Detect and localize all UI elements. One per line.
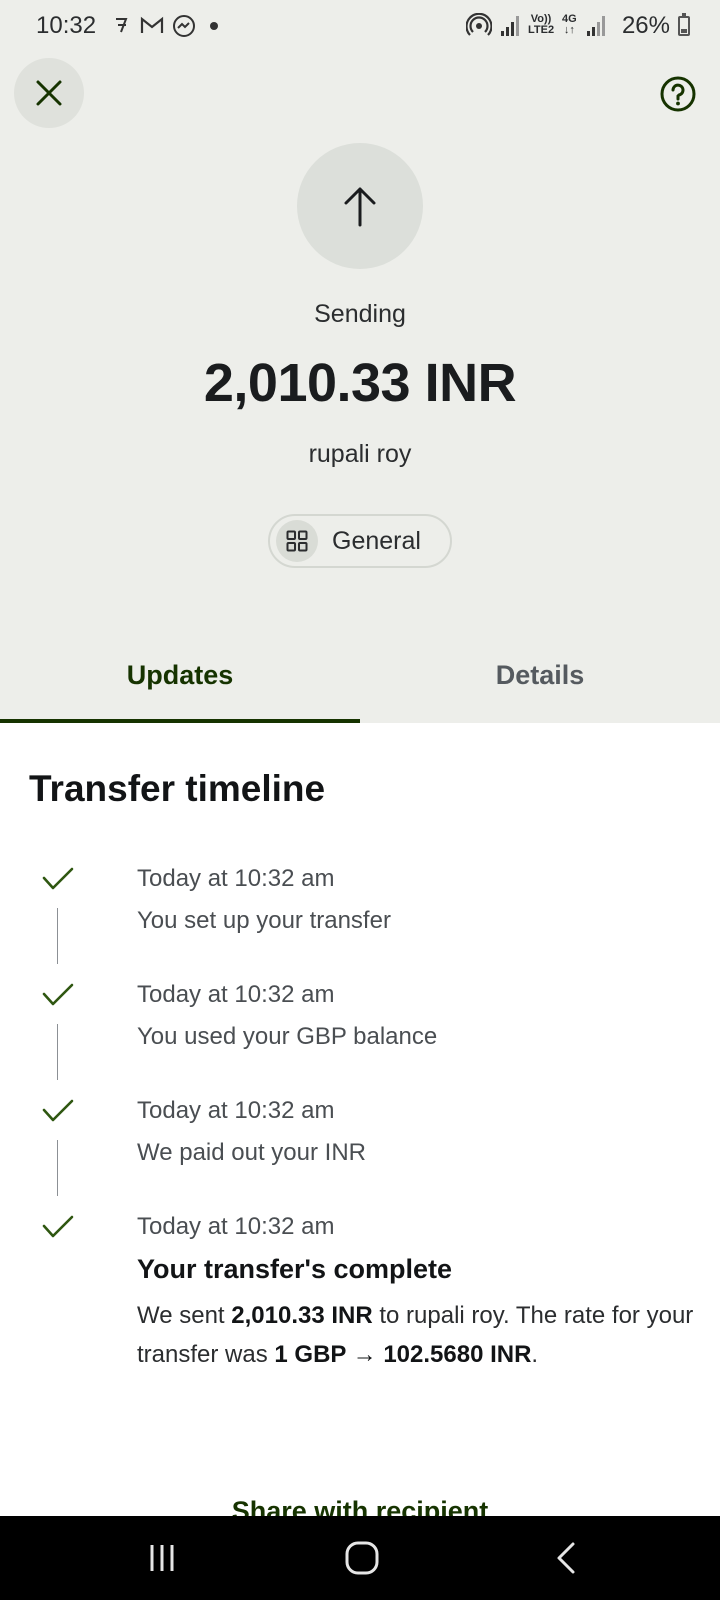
home-icon [345, 1541, 379, 1575]
arrow-up-icon [344, 187, 376, 227]
back-button[interactable] [534, 1516, 598, 1600]
volte-indicator: Vo)) LTE2 [528, 13, 555, 36]
network-4g-indicator: 4G ↓↑ [562, 13, 577, 36]
close-button[interactable] [14, 58, 84, 128]
tab-updates[interactable]: Updates [0, 660, 360, 722]
recipient-name: rupali roy [308, 440, 412, 468]
transfer-amount: 2,010.33 INR [203, 353, 517, 413]
timeline-event-time: Today at 10:32 am [137, 1213, 335, 1240]
body-rate: 1 GBP → 102.5680 INR [274, 1341, 532, 1368]
recent-apps-button[interactable] [130, 1516, 194, 1600]
body-amount: 2,010.33 INR [231, 1302, 373, 1329]
check-icon [42, 1215, 74, 1238]
timeline-event-time: Today at 10:32 am [137, 865, 335, 892]
battery-icon [678, 13, 690, 36]
hotspot-icon [466, 13, 492, 36]
active-tab-indicator [0, 719, 360, 723]
timeline-event-time: Today at 10:32 am [137, 981, 335, 1008]
timeline-connector [57, 1140, 58, 1196]
back-icon [557, 1542, 575, 1574]
app-notification-icon [116, 18, 128, 33]
timeline-event-text: You set up your transfer [137, 907, 391, 934]
transfer-header: 10:32 Vo)) LTE2 4G ↓↑ 26% Sending 2,010.… [0, 0, 720, 723]
timeline-complete-heading: Your transfer's complete [137, 1254, 453, 1284]
transfer-type-icon-circle [297, 143, 423, 269]
recent-apps-icon [150, 1545, 174, 1571]
category-chip[interactable]: General [268, 514, 452, 568]
status-bar: 10:32 Vo)) LTE2 4G ↓↑ 26% [0, 0, 720, 52]
battery-percent: 26% [621, 12, 670, 39]
timeline-connector [57, 1024, 58, 1080]
check-icon [42, 1099, 74, 1122]
gmail-icon [140, 16, 164, 33]
timeline-connector [57, 908, 58, 964]
status-time: 10:32 [36, 12, 97, 39]
tab-details[interactable]: Details [360, 660, 720, 722]
timeline-event-text: We paid out your INR [137, 1139, 366, 1166]
home-button[interactable] [330, 1516, 394, 1600]
more-notifications-dot-icon [210, 22, 218, 30]
category-label: General [332, 526, 421, 555]
timeline-complete-body: We sent 2,010.33 INR to rupali roy. The … [137, 1302, 694, 1368]
grid-icon [286, 530, 308, 552]
close-icon [36, 80, 62, 106]
help-icon [660, 76, 696, 112]
signal-strength-2-icon [587, 16, 605, 36]
timeline-title: Transfer timeline [29, 768, 326, 809]
check-icon [42, 867, 74, 890]
transfer-status-label: Sending [314, 300, 406, 328]
timeline-event-time: Today at 10:32 am [137, 1097, 335, 1124]
check-icon [42, 983, 74, 1006]
messenger-icon [173, 15, 195, 37]
timeline-event-text: You used your GBP balance [137, 1023, 438, 1050]
category-icon-wrap [276, 520, 318, 562]
system-navigation-bar [0, 1516, 720, 1600]
help-button[interactable] [660, 76, 696, 112]
signal-strength-1-icon [501, 16, 519, 36]
